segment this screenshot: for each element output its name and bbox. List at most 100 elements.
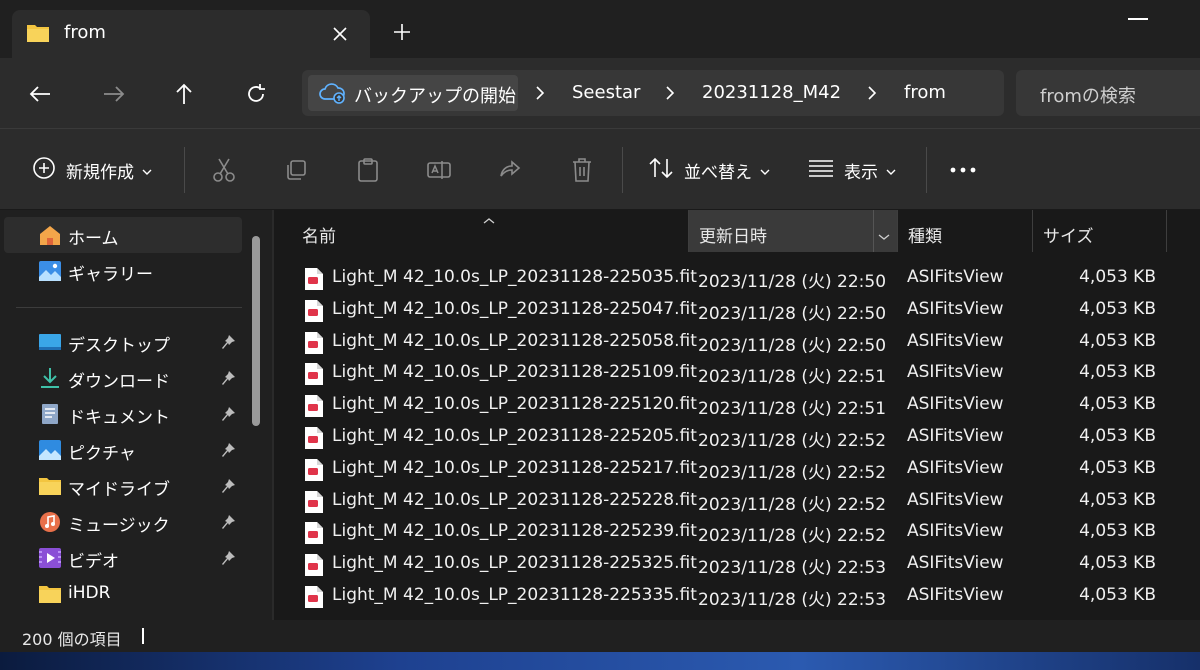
table-row[interactable]: Light_M 42_10.0s_LP_20231128-225205.fit 2… bbox=[274, 421, 1200, 453]
file-date: 2023/11/28 (火) 22:53 bbox=[698, 558, 887, 579]
fits-file-icon bbox=[304, 267, 324, 295]
cloud-backup-icon bbox=[318, 82, 346, 108]
column-header-name[interactable]: 名前 bbox=[274, 210, 688, 252]
back-arrow-icon[interactable] bbox=[22, 76, 58, 112]
file-date: 2023/11/28 (火) 22:52 bbox=[698, 431, 887, 451]
file-date: 2023/11/28 (火) 22:50 bbox=[698, 303, 887, 324]
desktop-wallpaper-strip bbox=[0, 652, 1200, 670]
column-header-size[interactable]: サイズ bbox=[1033, 210, 1166, 252]
file-name: Light_M 42_10.0s_LP_20231128-225035.fit bbox=[332, 267, 697, 287]
file-type: ASIFitsView bbox=[907, 394, 1004, 415]
table-row[interactable]: Light_M 42_10.0s_LP_20231128-225325.fit 2… bbox=[274, 548, 1200, 580]
folder-icon bbox=[38, 475, 62, 497]
column-header-label: 更新日時 bbox=[699, 227, 767, 247]
file-name: Light_M 42_10.0s_LP_20231128-225325.fit bbox=[332, 553, 697, 574]
chevron-right-icon[interactable] bbox=[662, 83, 678, 103]
breadcrumb-date-folder[interactable]: 20231128_M42 bbox=[702, 82, 841, 103]
chevron-down-icon bbox=[760, 161, 770, 180]
address-bar[interactable]: バックアップの開始 Seestar 20231128_M42 from bbox=[302, 70, 1004, 116]
more-options-icon[interactable] bbox=[950, 155, 976, 185]
new-label: 新規作成 bbox=[66, 162, 134, 183]
pin-icon[interactable] bbox=[222, 442, 236, 462]
file-size: 4,053 KB bbox=[1079, 457, 1156, 478]
refresh-icon[interactable] bbox=[238, 76, 274, 112]
backup-label: バックアップの開始 bbox=[354, 86, 516, 107]
sidebar-item-label: ビデオ bbox=[68, 552, 119, 572]
view-list-icon bbox=[808, 158, 834, 182]
column-header-date[interactable]: 更新日時 bbox=[689, 210, 897, 252]
file-date: 2023/11/28 (火) 22:53 bbox=[698, 590, 887, 610]
sidebar-item-ihdr[interactable]: iHDR bbox=[4, 576, 242, 612]
fits-file-icon bbox=[304, 426, 324, 454]
sidebar-scrollbar[interactable] bbox=[252, 236, 260, 426]
pin-icon[interactable] bbox=[222, 334, 236, 354]
sidebar-item-downloads[interactable]: ダウンロード bbox=[4, 360, 242, 396]
music-icon bbox=[38, 511, 62, 533]
sidebar-item-videos[interactable]: ビデオ bbox=[4, 540, 242, 576]
file-size: 4,053 KB bbox=[1079, 298, 1156, 319]
fits-file-icon bbox=[304, 490, 324, 518]
minimize-icon[interactable] bbox=[1128, 18, 1148, 20]
tab-from[interactable]: from bbox=[12, 10, 370, 58]
table-row[interactable]: Light_M 42_10.0s_LP_20231128-225109.fit 2… bbox=[274, 357, 1200, 389]
file-size: 4,053 KB bbox=[1079, 585, 1156, 605]
fits-file-icon bbox=[304, 299, 324, 327]
column-divider[interactable] bbox=[1166, 210, 1167, 252]
sidebar-item-desktop[interactable]: デスクトップ bbox=[4, 324, 242, 360]
pin-icon[interactable] bbox=[222, 478, 236, 498]
sidebar-item-gallery[interactable]: ギャラリー bbox=[4, 253, 242, 289]
table-row[interactable]: Light_M 42_10.0s_LP_20231128-225228.fit 2… bbox=[274, 485, 1200, 517]
chevron-right-icon[interactable] bbox=[532, 83, 548, 103]
close-icon[interactable] bbox=[328, 22, 352, 46]
backup-chip[interactable]: バックアップの開始 bbox=[308, 75, 518, 111]
file-type: ASIFitsView bbox=[907, 553, 1004, 574]
file-type: ASIFitsView bbox=[907, 362, 1004, 383]
copy-icon[interactable] bbox=[284, 155, 308, 185]
sidebar-item-my-drive[interactable]: マイドライブ bbox=[4, 468, 242, 504]
rename-icon[interactable] bbox=[426, 155, 452, 185]
pin-icon[interactable] bbox=[222, 370, 236, 390]
pin-icon[interactable] bbox=[222, 514, 236, 534]
table-row[interactable]: Light_M 42_10.0s_LP_20231128-225058.fit 2… bbox=[274, 326, 1200, 358]
share-icon[interactable] bbox=[498, 155, 522, 185]
folder-icon bbox=[26, 22, 50, 48]
cut-icon[interactable] bbox=[212, 155, 236, 185]
file-date: 2023/11/28 (火) 22:52 bbox=[698, 526, 887, 547]
sort-button[interactable]: 並べ替え bbox=[648, 155, 770, 185]
file-size: 4,053 KB bbox=[1079, 330, 1156, 351]
breadcrumb-from[interactable]: from bbox=[904, 82, 946, 103]
sidebar-item-label: ドキュメント bbox=[68, 408, 170, 428]
table-row[interactable]: Light_M 42_10.0s_LP_20231128-225239.fit 2… bbox=[274, 516, 1200, 548]
table-row[interactable]: Light_M 42_10.0s_LP_20231128-225047.fit 2… bbox=[274, 294, 1200, 326]
new-tab-icon[interactable] bbox=[388, 18, 416, 46]
sidebar-item-label: ピクチャ bbox=[68, 444, 136, 464]
sidebar-item-music[interactable]: ミュージック bbox=[4, 504, 242, 540]
sidebar-item-pictures[interactable]: ピクチャ bbox=[4, 432, 242, 468]
table-row[interactable]: Light_M 42_10.0s_LP_20231128-225335.fit 2… bbox=[274, 580, 1200, 612]
table-row[interactable]: Light_M 42_10.0s_LP_20231128-225217.fit 2… bbox=[274, 453, 1200, 485]
delete-icon[interactable] bbox=[570, 155, 594, 185]
search-input[interactable]: fromの検索 bbox=[1016, 70, 1200, 116]
chevron-down-icon[interactable] bbox=[878, 226, 890, 246]
sidebar-item-documents[interactable]: ドキュメント bbox=[4, 396, 242, 432]
pin-icon[interactable] bbox=[222, 550, 236, 570]
sidebar-item-label: マイドライブ bbox=[68, 480, 170, 500]
sidebar-item-home[interactable]: ホーム bbox=[4, 217, 242, 253]
command-bar: 新規作成 並べ替え 表示 bbox=[0, 128, 1200, 210]
view-button[interactable]: 表示 bbox=[808, 155, 896, 185]
sidebar-item-label: ミュージック bbox=[68, 516, 170, 536]
table-row[interactable]: Light_M 42_10.0s_LP_20231128-225035.fit 2… bbox=[274, 262, 1200, 294]
table-row[interactable]: Light_M 42_10.0s_LP_20231128-225120.fit 2… bbox=[274, 389, 1200, 421]
file-type: ASIFitsView bbox=[907, 457, 1004, 478]
chevron-right-icon[interactable] bbox=[864, 83, 880, 103]
fits-file-icon bbox=[304, 362, 324, 390]
up-arrow-icon[interactable] bbox=[166, 76, 202, 112]
breadcrumb-seestar[interactable]: Seestar bbox=[572, 82, 640, 103]
paste-icon[interactable] bbox=[356, 155, 380, 185]
column-header-type[interactable]: 種類 bbox=[898, 210, 1032, 252]
sort-icon bbox=[648, 156, 674, 184]
gallery-icon bbox=[38, 260, 62, 282]
forward-arrow-icon[interactable] bbox=[96, 76, 132, 112]
new-button[interactable]: 新規作成 bbox=[32, 155, 152, 185]
pin-icon[interactable] bbox=[222, 406, 236, 426]
